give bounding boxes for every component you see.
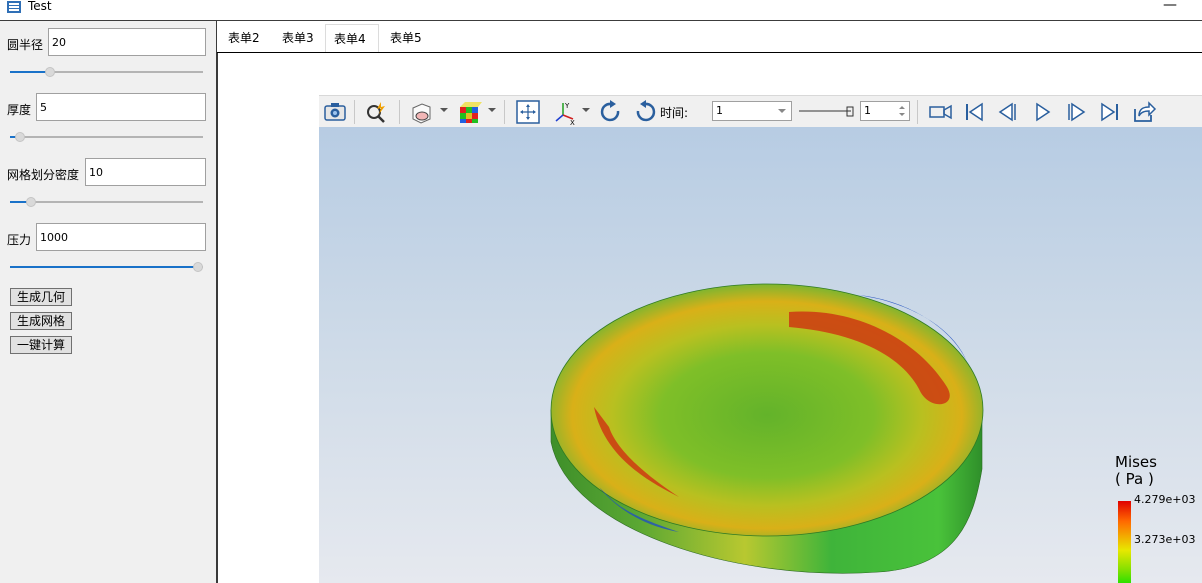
frame-spinbox-value: 1 — [864, 104, 871, 117]
pressure-slider[interactable] — [10, 261, 203, 273]
spin-arrows-icon[interactable] — [898, 104, 906, 118]
minimize-button[interactable]: — — [1160, 0, 1180, 14]
generate-geometry-button[interactable]: 生成几何 — [10, 288, 73, 306]
tab-form3[interactable]: 表单3 — [274, 24, 322, 52]
time-select-value: 1 — [716, 104, 723, 117]
axes-dropdown-icon[interactable] — [582, 108, 590, 112]
legend-mid-value: 3.273e+03 — [1134, 533, 1196, 546]
next-frame-icon[interactable] — [1063, 99, 1089, 125]
rotate-cw-icon[interactable] — [598, 99, 624, 125]
axes-icon[interactable]: Y X — [551, 99, 577, 125]
radius-input[interactable] — [48, 28, 206, 56]
last-frame-icon[interactable] — [1097, 99, 1123, 125]
thickness-input[interactable] — [36, 93, 206, 121]
tab-form2[interactable]: 表单2 — [220, 24, 268, 52]
legend-colorbar — [1118, 501, 1131, 583]
record-icon[interactable] — [927, 99, 953, 125]
radius-label: 圆半径 — [7, 38, 44, 52]
mesh-density-slider[interactable] — [10, 196, 203, 208]
pressure-label: 压力 — [7, 233, 32, 247]
time-label: 时间: — [660, 106, 689, 120]
first-frame-icon[interactable] — [961, 99, 987, 125]
svg-text:Y: Y — [564, 102, 570, 110]
tab-bar: 表单2 表单3 表单4 表单5 — [217, 21, 1202, 52]
frame-slider[interactable] — [799, 105, 854, 117]
magnify-icon[interactable] — [363, 99, 389, 125]
thickness-label: 厚度 — [7, 103, 32, 117]
camera-icon[interactable] — [322, 99, 348, 125]
parameter-panel: 圆半径 厚度 网格划分密度 压力 生成几何 生成网格 一键计算 — [0, 21, 216, 583]
app-icon — [7, 1, 21, 13]
legend-title-line1: Mises — [1115, 453, 1157, 471]
color-dropdown-icon[interactable] — [488, 108, 496, 112]
color-cube-icon[interactable] — [456, 99, 482, 125]
chevron-down-icon — [778, 109, 786, 113]
radius-slider[interactable] — [10, 66, 203, 78]
viewer-toolbar: Y X 时间: 1 1 — [319, 95, 1202, 127]
mesh-density-label: 网格划分密度 — [7, 168, 80, 182]
prev-frame-icon[interactable] — [995, 99, 1021, 125]
svg-text:X: X — [570, 119, 575, 125]
legend-title: Mises ( Pa ) — [1115, 454, 1195, 488]
export-icon[interactable] — [1131, 99, 1157, 125]
title-bar: Test — — [0, 0, 1202, 21]
legend-max-value: 4.279e+03 — [1134, 493, 1196, 506]
tab-form4[interactable]: 表单4 — [325, 24, 379, 52]
mesh-density-input[interactable] — [85, 158, 206, 186]
3d-viewport[interactable]: Mises ( Pa ) 4.279e+03 3.273e+03 — [319, 127, 1202, 583]
time-select[interactable]: 1 — [712, 101, 792, 121]
stress-disk-model — [550, 283, 984, 574]
compute-button[interactable]: 一键计算 — [10, 336, 73, 354]
window-title: Test — [28, 0, 52, 13]
fit-view-icon[interactable] — [515, 99, 541, 125]
display-mode-icon[interactable] — [408, 99, 434, 125]
pressure-input[interactable] — [36, 223, 206, 251]
rotate-ccw-icon[interactable] — [632, 99, 658, 125]
display-mode-dropdown-icon[interactable] — [440, 108, 448, 112]
thickness-slider[interactable] — [10, 131, 203, 143]
play-icon[interactable] — [1029, 99, 1055, 125]
frame-spinbox[interactable]: 1 — [860, 101, 910, 121]
generate-mesh-button[interactable]: 生成网格 — [10, 312, 73, 330]
legend-title-line2: ( Pa ) — [1115, 470, 1154, 488]
tab-form5[interactable]: 表单5 — [382, 24, 430, 52]
